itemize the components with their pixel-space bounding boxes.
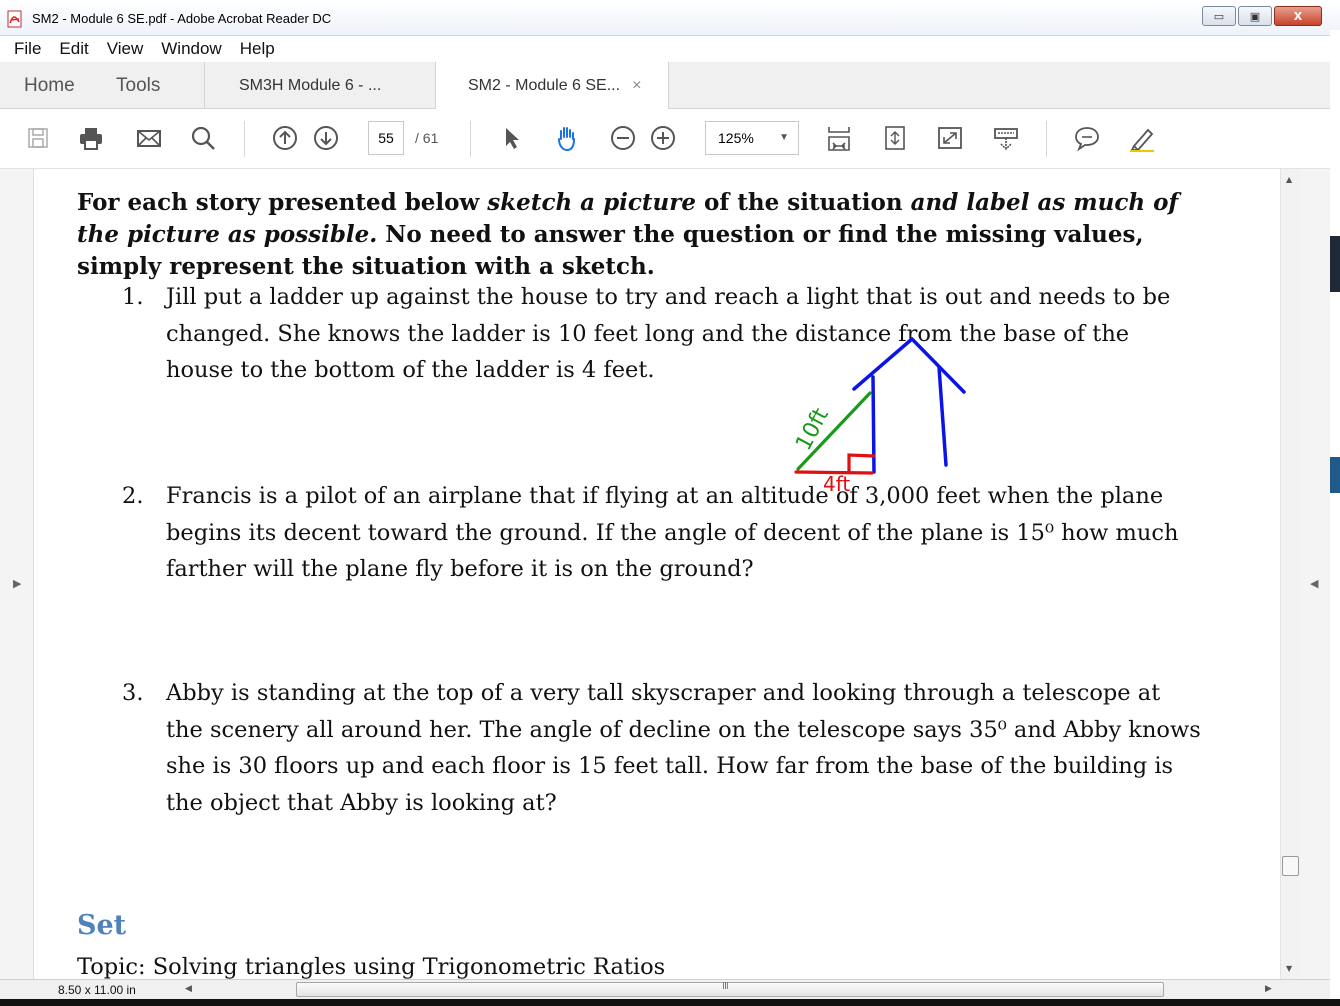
toolbar-separator	[244, 121, 245, 157]
question-number: 3.	[122, 680, 144, 706]
tab-bar: Home Tools SM3H Module 6 - ... SM2 - Mod…	[0, 62, 1330, 110]
scroll-left-icon[interactable]: ◀	[185, 984, 192, 994]
scroll-down-icon[interactable]: ▼	[1286, 964, 1292, 973]
zoom-select[interactable]: 125% ▼	[705, 121, 799, 155]
question-3: 3. Abby is standing at the top of a very…	[122, 675, 1202, 821]
toolbar-separator	[470, 121, 471, 157]
menu-edit[interactable]: Edit	[59, 39, 88, 59]
scrollbar-grip: III	[722, 981, 729, 992]
vertical-scrollbar[interactable]: ▲ ▼	[1280, 169, 1300, 979]
full-screen-icon[interactable]	[935, 123, 965, 153]
ladder-length-label: 10ft	[791, 404, 834, 455]
chevron-down-icon: ▼	[779, 132, 789, 143]
minimize-icon: ▭	[1213, 9, 1225, 23]
menu-window[interactable]: Window	[161, 39, 221, 59]
page-number-input[interactable]: 55	[368, 121, 404, 155]
page-up-icon[interactable]	[270, 123, 300, 153]
section-heading-set: Set	[77, 910, 127, 941]
ladder-sketch	[796, 391, 872, 471]
intro-text: of the situation	[696, 189, 911, 216]
intro-text: For each story presented below	[77, 189, 488, 216]
status-bar: 8.50 x 11.00 in ◀ III ▶	[0, 979, 1330, 999]
minimize-button[interactable]: ▭	[1202, 6, 1236, 26]
tab-home[interactable]: Home	[24, 62, 75, 109]
close-window-button[interactable]: X	[1274, 6, 1322, 26]
acrobat-pdf-icon	[6, 10, 24, 28]
window-title: SM2 - Module 6 SE.pdf - Adobe Acrobat Re…	[32, 11, 332, 26]
base-sketch	[794, 453, 876, 475]
menu-file[interactable]: File	[14, 39, 41, 59]
zoom-out-icon[interactable]	[608, 123, 638, 153]
fit-page-icon[interactable]	[824, 123, 854, 153]
tab-label: SM2 - Module 6 SE...	[468, 77, 621, 94]
toolbar	[0, 109, 1330, 169]
scroll-right-icon[interactable]: ▶	[1265, 984, 1272, 994]
maximize-button[interactable]: ▣	[1238, 6, 1272, 26]
background-window-strip	[1330, 457, 1340, 493]
zoom-value: 125%	[718, 130, 754, 146]
background-window-strip	[1330, 236, 1340, 292]
window-title-bar: SM2 - Module 6 SE.pdf - Adobe Acrobat Re…	[0, 0, 1340, 36]
tab-tools[interactable]: Tools	[116, 62, 160, 109]
taskbar-edge	[0, 999, 1340, 1006]
page-size: 8.50 x 11.00 in	[58, 983, 136, 997]
window-edge	[1330, 30, 1340, 1006]
menu-view[interactable]: View	[107, 39, 144, 59]
email-icon[interactable]	[134, 123, 164, 153]
toolbar-separator	[1046, 121, 1047, 157]
menu-bar: File Edit View Window Help	[0, 36, 1330, 62]
question-1: 1. Jill put a ladder up against the hous…	[122, 279, 1202, 389]
save-icon[interactable]	[23, 123, 53, 153]
question-number: 2.	[122, 483, 144, 509]
scrollbar-thumb[interactable]	[1282, 856, 1299, 876]
menu-help[interactable]: Help	[240, 39, 275, 59]
question-text: Jill put a ladder up against the house t…	[166, 284, 1171, 383]
tab-label: SM3H Module 6 - ...	[239, 76, 382, 94]
page-total: / 61	[415, 130, 439, 146]
zoom-in-icon[interactable]	[648, 123, 678, 153]
page-down-icon[interactable]	[311, 123, 341, 153]
fit-width-icon[interactable]	[880, 123, 910, 153]
question-2: 2. Francis is a pilot of an airplane tha…	[122, 478, 1202, 588]
tab-document-sm3h[interactable]: SM3H Module 6 - ...	[204, 62, 436, 109]
question-number: 1.	[122, 284, 144, 310]
topic-line: Topic: Solving triangles using Trigonome…	[77, 954, 666, 979]
comment-icon[interactable]	[1072, 123, 1102, 153]
tab-document-sm2-active[interactable]: SM2 - Module 6 SE... ×	[436, 62, 669, 110]
maximize-icon: ▣	[1249, 9, 1261, 23]
scroll-up-icon[interactable]: ▲	[1286, 175, 1292, 184]
select-arrow-icon[interactable]	[497, 123, 527, 153]
search-icon[interactable]	[188, 123, 218, 153]
question-text: Francis is a pilot of an airplane that i…	[166, 483, 1179, 582]
print-icon[interactable]	[76, 123, 106, 153]
intro-emphasis: sketch a picture	[487, 189, 697, 216]
expand-left-pane-icon[interactable]: ▶	[13, 577, 21, 590]
question-text: Abby is standing at the top of a very ta…	[166, 680, 1201, 816]
right-pane-toggle[interactable]: ◀	[1300, 169, 1330, 979]
read-mode-icon[interactable]	[991, 123, 1021, 153]
horizontal-scrollbar-thumb[interactable]: III	[296, 981, 1164, 997]
hand-tool-icon[interactable]	[552, 123, 582, 153]
collapse-right-pane-icon[interactable]: ◀	[1310, 577, 1318, 590]
highlight-pen-icon[interactable]	[1127, 123, 1157, 153]
instructions: For each story presented below sketch a …	[77, 187, 1207, 283]
left-navigation-pane[interactable]: ▶	[0, 169, 34, 979]
close-icon: X	[1293, 9, 1303, 23]
document-page: For each story presented below sketch a …	[34, 169, 1280, 979]
close-tab-icon[interactable]: ×	[632, 77, 641, 95]
